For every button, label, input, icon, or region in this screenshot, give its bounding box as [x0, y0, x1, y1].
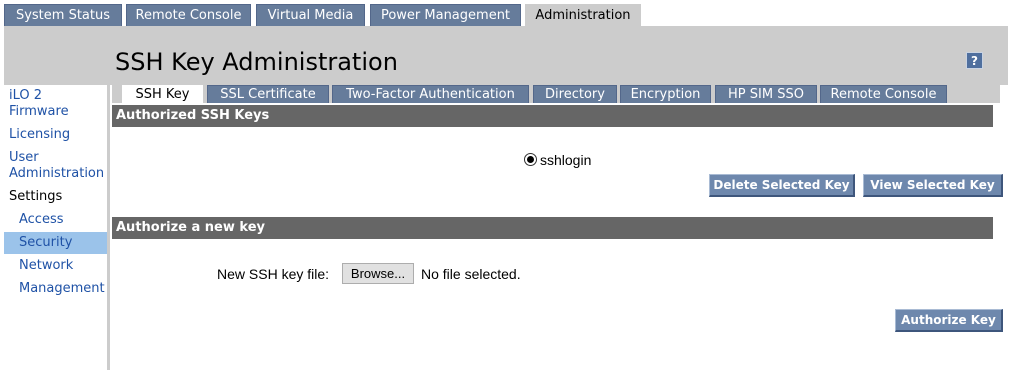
sidebar-item-firmware[interactable]: iLO 2 Firmware	[9, 88, 69, 120]
tab-directory[interactable]: Directory	[533, 85, 617, 103]
tab-virtual-media[interactable]: Virtual Media	[256, 4, 365, 26]
authorize-key-button[interactable]: Authorize Key	[895, 309, 1003, 332]
sidebar-section-settings: Settings	[9, 189, 63, 204]
browse-button[interactable]: Browse...	[342, 263, 414, 284]
sidebar-item-label: Administration	[9, 166, 105, 181]
tab-ssh-key[interactable]: SSH Key	[122, 85, 203, 103]
tab-remote-console-settings[interactable]: Remote Console	[820, 85, 947, 103]
tab-encryption[interactable]: Encryption	[620, 85, 711, 103]
sidebar-item-label: iLO 2	[9, 88, 43, 103]
section-header-new-key: Authorize a new key	[112, 217, 993, 239]
sidebar-item-management[interactable]: Management	[19, 281, 105, 296]
sidebar-item-user-administration[interactable]: User Administration	[9, 150, 104, 182]
tab-hp-sim-sso[interactable]: HP SIM SSO	[715, 85, 817, 103]
tab-remote-console[interactable]: Remote Console	[126, 4, 251, 26]
top-navigation: System Status Remote Console Virtual Med…	[0, 0, 1026, 26]
section-header-authorized-keys: Authorized SSH Keys	[112, 105, 993, 127]
sidebar-item-security[interactable]: Security	[19, 235, 72, 250]
sidebar-item-label: Firmware	[9, 104, 69, 119]
sidebar-item-label: User	[9, 150, 39, 165]
key-name-label: sshlogin	[540, 152, 592, 168]
sidebar-item-network[interactable]: Network	[19, 258, 73, 273]
delete-selected-key-button[interactable]: Delete Selected Key	[709, 174, 855, 197]
sidebar: iLO 2 Firmware Licensing User Administra…	[4, 85, 110, 370]
key-radio-button[interactable]	[524, 153, 537, 166]
sidebar-item-access[interactable]: Access	[19, 212, 64, 227]
new-key-file-label: New SSH key file:	[217, 266, 330, 282]
sidebar-item-licensing[interactable]: Licensing	[9, 127, 70, 143]
tab-administration[interactable]: Administration	[525, 4, 641, 26]
tab-two-factor-authentication[interactable]: Two-Factor Authentication	[332, 85, 529, 103]
help-icon[interactable]: ?	[966, 52, 983, 69]
tab-system-status[interactable]: System Status	[4, 4, 122, 26]
file-status-text: No file selected.	[421, 266, 521, 282]
view-selected-key-button[interactable]: View Selected Key	[863, 174, 1003, 197]
tab-power-management[interactable]: Power Management	[370, 4, 521, 26]
page-title: SSH Key Administration	[115, 48, 398, 76]
tab-ssl-certificate[interactable]: SSL Certificate	[207, 85, 329, 103]
